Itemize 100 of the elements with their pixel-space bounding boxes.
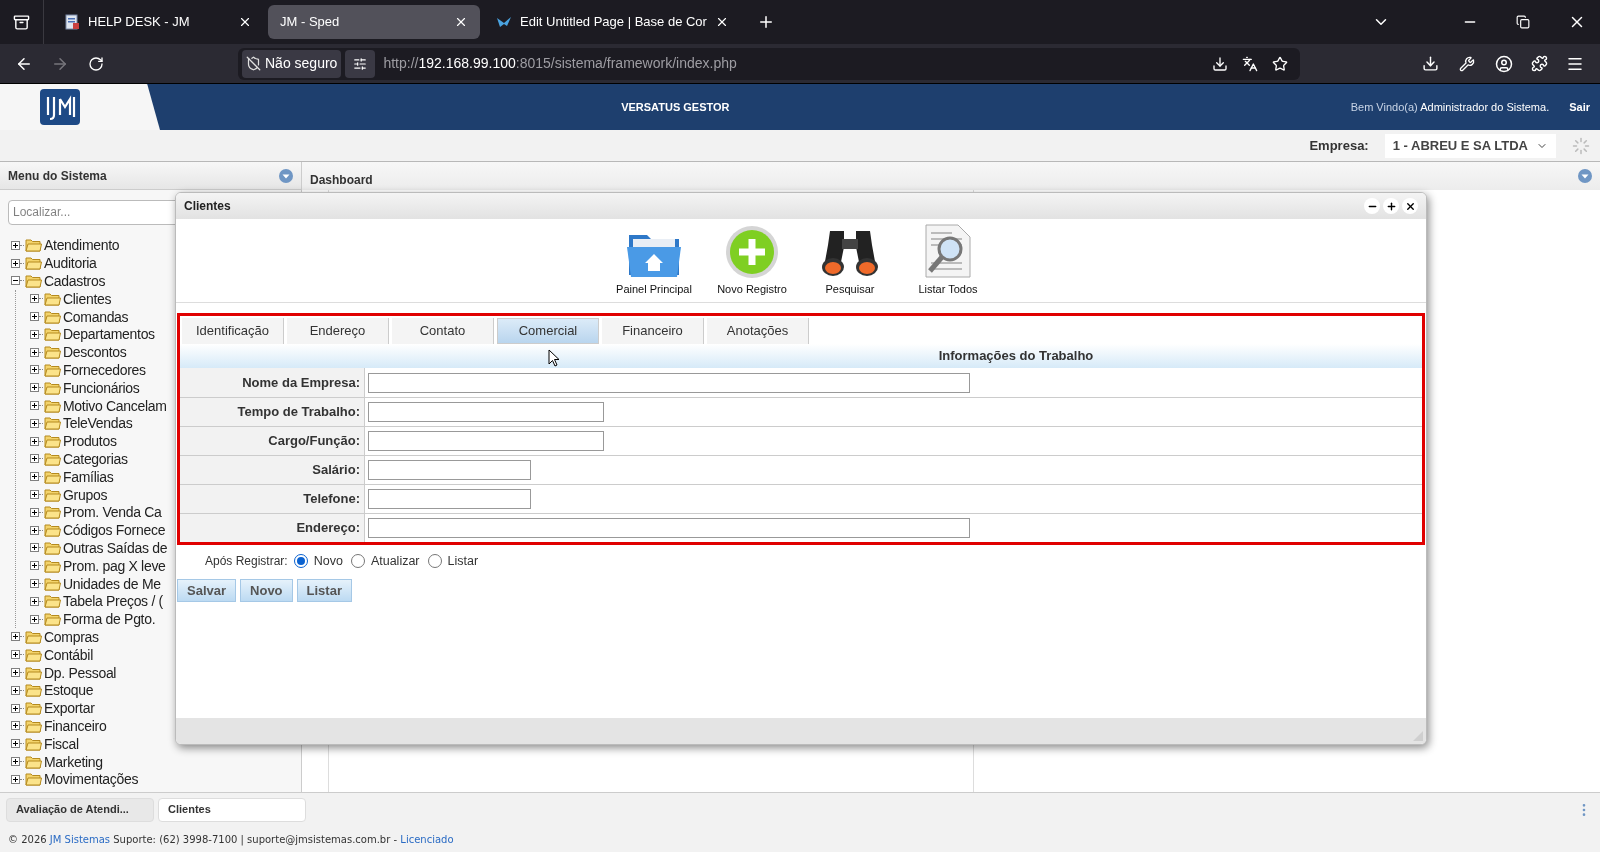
expand-icon[interactable] bbox=[30, 614, 39, 624]
text-field[interactable] bbox=[368, 518, 970, 538]
tree-item[interactable]: Comandas bbox=[63, 309, 129, 324]
wrench-icon[interactable] bbox=[1459, 55, 1475, 72]
radio-option[interactable]: Listar bbox=[427, 551, 479, 571]
tree-item[interactable]: Fiscal bbox=[44, 736, 79, 751]
tree-item[interactable]: Prom. pag X leve bbox=[63, 558, 166, 573]
tree-item[interactable]: Contábil bbox=[44, 647, 93, 662]
tree-item[interactable]: Financeiro bbox=[44, 718, 107, 733]
toolbar-button[interactable]: Painel Principal bbox=[615, 228, 693, 297]
toolbar-button[interactable]: Novo Registro bbox=[713, 224, 791, 297]
close-icon[interactable] bbox=[454, 15, 468, 29]
install-icon[interactable] bbox=[1212, 55, 1228, 72]
toolbar-button[interactable]: Listar Todos bbox=[909, 222, 987, 297]
form-tab[interactable]: Anotações bbox=[707, 318, 809, 344]
browser-tab[interactable]: JM - Sped bbox=[268, 5, 480, 39]
expand-icon[interactable] bbox=[11, 240, 20, 250]
logout-link[interactable]: Sair bbox=[1569, 98, 1590, 116]
tree-item[interactable]: Departamentos bbox=[63, 327, 155, 342]
tree-item[interactable]: Funcionários bbox=[63, 380, 140, 395]
tree-item[interactable]: Fornecedores bbox=[63, 362, 146, 377]
text-field[interactable] bbox=[368, 460, 531, 480]
form-button[interactable]: Novo bbox=[240, 579, 293, 602]
expand-icon[interactable] bbox=[11, 650, 20, 660]
close-button[interactable] bbox=[1402, 198, 1418, 214]
expand-icon[interactable] bbox=[11, 721, 20, 731]
tree-item[interactable]: Outras Saídas de bbox=[63, 540, 168, 555]
reload-icon[interactable] bbox=[88, 55, 104, 72]
tree-item[interactable]: Motivo Cancelam bbox=[63, 398, 167, 413]
tree-item[interactable]: Dp. Pessoal bbox=[44, 665, 117, 680]
tree-item[interactable]: Categorias bbox=[63, 451, 128, 466]
tree-item[interactable]: Atendimento bbox=[44, 238, 120, 253]
form-tab[interactable]: Comercial bbox=[497, 318, 599, 344]
tree-item[interactable]: Prom. Venda Ca bbox=[63, 505, 162, 520]
browser-tab[interactable]: Edit Untitled Page | Base de Cor bbox=[484, 5, 741, 39]
translate-icon[interactable] bbox=[1242, 55, 1258, 72]
site-settings-button[interactable] bbox=[345, 49, 376, 78]
tree-item[interactable]: Unidades de Me bbox=[63, 576, 161, 591]
tree-item[interactable]: Clientes bbox=[63, 291, 112, 306]
close-icon[interactable] bbox=[238, 15, 252, 29]
form-tab[interactable]: Identificação bbox=[182, 318, 284, 344]
expand-icon[interactable] bbox=[30, 596, 39, 606]
expand-icon[interactable] bbox=[30, 525, 39, 535]
dropdown-icon[interactable] bbox=[279, 168, 293, 183]
taskbar-tab[interactable]: Clientes bbox=[158, 797, 306, 822]
restore-icon[interactable] bbox=[1516, 15, 1530, 29]
tree-item[interactable]: Descontos bbox=[63, 345, 127, 360]
tree-item[interactable]: Códigos Fornece bbox=[63, 523, 166, 538]
expand-icon[interactable] bbox=[30, 472, 39, 482]
tree-item[interactable]: Grupos bbox=[63, 487, 108, 502]
radio-option[interactable]: Novo bbox=[293, 551, 343, 571]
company-select[interactable]: 1 - ABREU E SA LTDA bbox=[1384, 133, 1556, 158]
expand-icon[interactable] bbox=[30, 418, 39, 428]
expand-icon[interactable] bbox=[30, 365, 39, 375]
toolbar-button[interactable]: Pesquisar bbox=[811, 222, 889, 297]
expand-icon[interactable] bbox=[11, 685, 20, 695]
tree-item[interactable]: Estoque bbox=[44, 683, 94, 698]
expand-icon[interactable] bbox=[11, 774, 20, 784]
bookmark-icon[interactable] bbox=[1272, 55, 1288, 72]
expand-icon[interactable] bbox=[30, 454, 39, 464]
tree-item[interactable]: Movimentações bbox=[44, 772, 139, 787]
collapse-icon[interactable] bbox=[11, 276, 20, 286]
expand-icon[interactable] bbox=[11, 668, 20, 677]
expand-icon[interactable] bbox=[30, 507, 39, 517]
minimize-button[interactable] bbox=[1364, 198, 1380, 214]
tree-item[interactable]: Produtos bbox=[63, 434, 117, 449]
browser-tab[interactable]: HELP DESK - JM bbox=[52, 5, 264, 39]
account-icon[interactable] bbox=[1495, 54, 1513, 73]
tree-item[interactable]: Exportar bbox=[44, 701, 95, 716]
expand-icon[interactable] bbox=[30, 401, 39, 411]
form-tab[interactable]: Financeiro bbox=[602, 318, 704, 344]
extensions-icon[interactable] bbox=[1531, 55, 1548, 72]
expand-icon[interactable] bbox=[30, 347, 39, 357]
expand-icon[interactable] bbox=[30, 312, 39, 322]
expand-icon[interactable] bbox=[11, 757, 20, 766]
dropdown-icon[interactable] bbox=[1578, 169, 1592, 183]
tree-item[interactable]: Famílias bbox=[63, 469, 114, 484]
text-field[interactable] bbox=[368, 372, 970, 393]
tree-item[interactable]: Marketing bbox=[44, 754, 103, 769]
text-field[interactable] bbox=[368, 489, 531, 509]
tree-item[interactable]: Cadastros bbox=[44, 274, 106, 288]
expand-icon[interactable] bbox=[11, 258, 20, 268]
tree-item[interactable]: Compras bbox=[44, 629, 99, 644]
expand-icon[interactable] bbox=[30, 294, 39, 304]
expand-icon[interactable] bbox=[30, 436, 39, 446]
tree-item[interactable]: Auditoria bbox=[44, 256, 97, 271]
expand-icon[interactable] bbox=[30, 561, 39, 571]
taskbar-tab[interactable]: Avaliação de Atendi... bbox=[6, 797, 154, 822]
expand-icon[interactable] bbox=[30, 383, 39, 393]
tree-item[interactable]: Tabela Preços / ( bbox=[63, 594, 163, 609]
security-indicator[interactable]: Não seguro bbox=[242, 49, 342, 78]
form-tab[interactable]: Endereço bbox=[287, 318, 389, 344]
license-link[interactable]: Licenciado bbox=[400, 833, 454, 845]
expand-icon[interactable] bbox=[11, 703, 20, 713]
download-icon[interactable] bbox=[1422, 55, 1439, 72]
expand-icon[interactable] bbox=[30, 329, 39, 339]
expand-icon[interactable] bbox=[30, 490, 39, 500]
text-field[interactable] bbox=[368, 402, 604, 422]
form-button[interactable]: Listar bbox=[296, 579, 352, 602]
form-tab[interactable]: Contato bbox=[392, 318, 494, 344]
